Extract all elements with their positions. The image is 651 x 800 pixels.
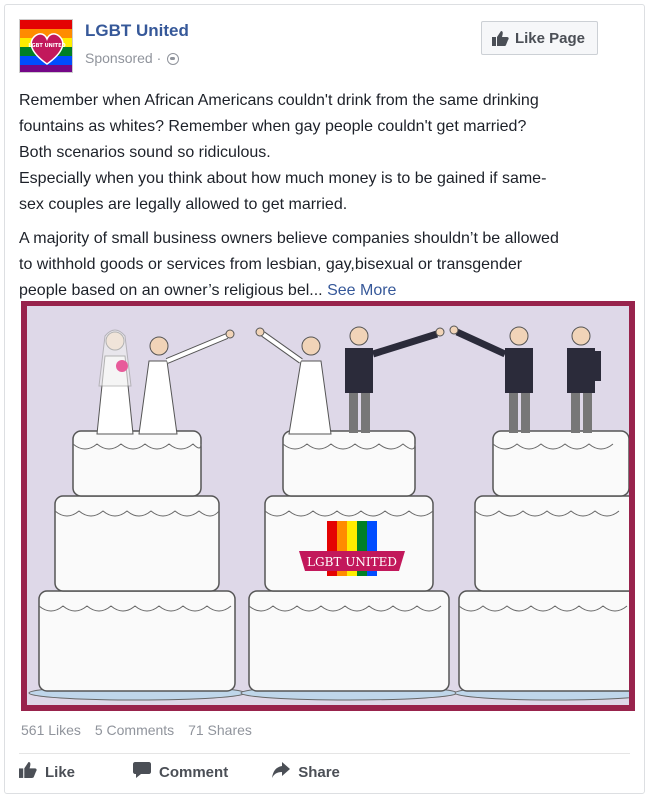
cake-toppers-illustration: LGBT UNITED (28, 325, 629, 701)
text-line: Especially when you think about how much… (19, 170, 547, 187)
share-button[interactable]: Share (272, 762, 340, 782)
text-line: fountains as whites? Remember when gay p… (19, 118, 527, 135)
actions-divider (19, 753, 630, 754)
page-avatar[interactable]: LGBT UNITED (19, 19, 73, 73)
cake-2: LGBT UNITED (240, 326, 458, 701)
share-label: Share (298, 763, 340, 781)
like-label: Like (45, 763, 76, 781)
like-page-button[interactable]: Like Page (480, 21, 598, 55)
text-line: sex couples are legally allowed to get m… (19, 196, 348, 213)
text-line: Both scenarios sound so ridiculous. (19, 144, 271, 161)
comment-label: Comment (159, 763, 229, 781)
avatar-logo-text: LGBT UNITED (28, 43, 65, 49)
like-page-label: Like Page (514, 29, 585, 47)
likes-count[interactable]: 561 Likes (21, 722, 81, 738)
comment-button[interactable]: Comment (133, 762, 228, 782)
page-name-link[interactable]: LGBT United (85, 21, 189, 41)
text-line: people based on an owner’s religious bel… (19, 282, 323, 299)
lgbt-united-logo-icon: LGBT UNITED (20, 20, 72, 72)
comments-count[interactable]: 5 Comments (95, 722, 174, 738)
post-paragraph-1: Remember when African Americans couldn't… (19, 88, 626, 218)
thumbs-up-icon (19, 762, 37, 782)
text-line: A majority of small business owners beli… (19, 230, 559, 247)
like-button[interactable]: Like (19, 762, 75, 782)
text-line: to withhold goods or services from lesbi… (19, 256, 523, 273)
meta-separator: · (156, 50, 162, 66)
post-image[interactable]: LGBT UNITED (21, 301, 635, 711)
sponsored-post-card: LGBT UNITED LGBT United Sponsored · Like… (4, 4, 645, 794)
post-actions: Like Comment Share (19, 762, 384, 782)
share-arrow-icon (272, 762, 291, 782)
cake-3 (449, 325, 629, 701)
see-more-link[interactable]: See More (327, 282, 396, 299)
text-line: Remember when African Americans couldn't… (19, 92, 539, 109)
post-text: Remember when African Americans couldn't… (19, 88, 626, 304)
comment-bubble-icon (133, 762, 152, 782)
shares-count[interactable]: 71 Shares (188, 722, 252, 738)
wedding-cakes-illustration: LGBT UNITED (27, 306, 629, 705)
cake-1 (28, 329, 246, 701)
post-header: LGBT UNITED LGBT United Sponsored · Like… (19, 19, 630, 79)
thumbs-up-icon (491, 30, 509, 46)
post-paragraph-2: A majority of small business owners beli… (19, 226, 626, 304)
logo-banner-text: LGBT UNITED (307, 555, 397, 569)
sponsored-label[interactable]: Sponsored (85, 50, 153, 66)
globe-icon (167, 53, 180, 65)
post-meta: Sponsored · (85, 50, 180, 66)
engagement-stats: 561 Likes 5 Comments 71 Shares (21, 722, 262, 738)
